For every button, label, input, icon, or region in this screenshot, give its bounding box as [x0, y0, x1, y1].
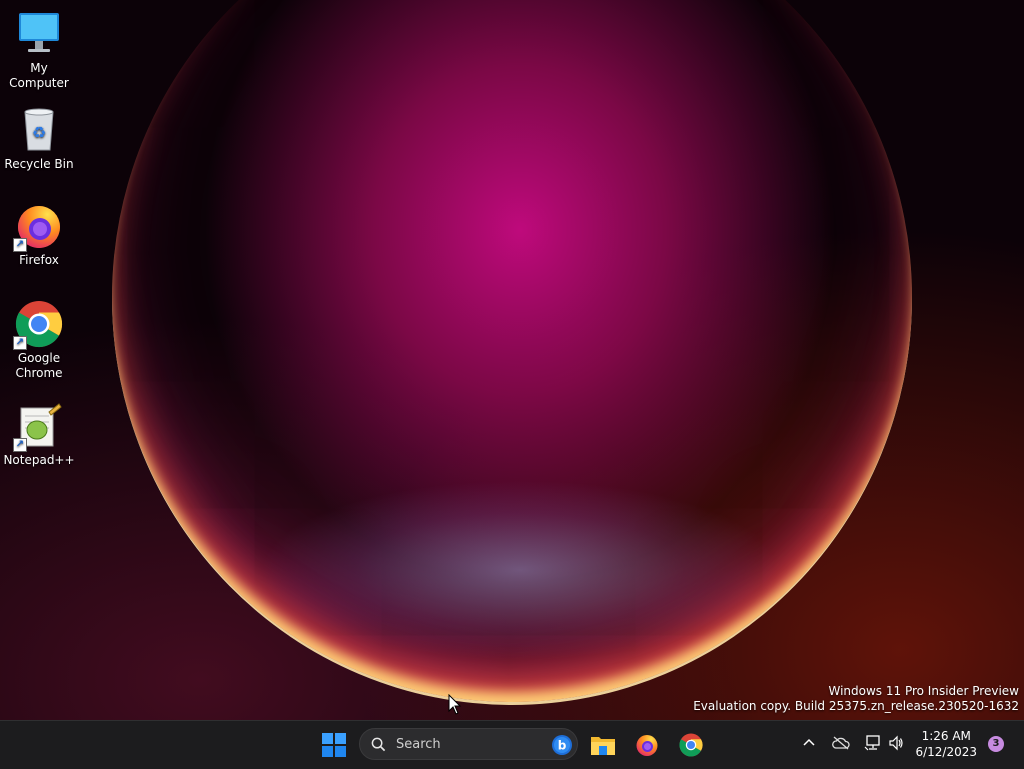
- watermark-line-1: Windows 11 Pro Insider Preview: [828, 684, 1019, 698]
- firefox-icon: [636, 735, 658, 756]
- shortcut-arrow-icon: ↗: [13, 336, 27, 350]
- network-tray-button[interactable]: [864, 735, 882, 755]
- svg-text:b: b: [558, 739, 567, 753]
- search-icon: [371, 737, 386, 752]
- taskbar-clock[interactable]: 1:26 AM 6/12/2023: [915, 728, 977, 760]
- notification-badge[interactable]: 3: [988, 736, 1004, 752]
- mouse-cursor-icon: [448, 693, 462, 720]
- monitor-icon: [15, 10, 63, 58]
- show-hidden-icons-button[interactable]: [802, 735, 816, 754]
- firefox-icon: ↗: [13, 202, 63, 252]
- shortcut-arrow-icon: ↗: [13, 238, 27, 252]
- clock-time: 1:26 AM: [921, 729, 971, 743]
- taskbar: Search b 1:26 AM 6/12/2023 3: [0, 720, 1024, 769]
- search-placeholder: Search: [396, 737, 441, 752]
- shortcut-arrow-icon: ↗: [13, 438, 27, 452]
- wallpaper-haze: [260, 480, 780, 660]
- desktop-icon-label: Google Chrome: [15, 351, 63, 380]
- file-explorer-icon: [591, 737, 615, 755]
- start-button[interactable]: [316, 727, 352, 763]
- onedrive-tray-button[interactable]: [832, 735, 850, 754]
- desktop-icon-label: Notepad++: [3, 453, 75, 467]
- desktop-icon-notepadpp[interactable]: ↗ Notepad++: [0, 402, 78, 468]
- windows-logo-icon: [322, 733, 346, 757]
- taskbar-search-box[interactable]: Search b: [359, 728, 578, 760]
- desktop-icon-my-computer[interactable]: My Computer: [0, 10, 78, 91]
- network-icon: [864, 735, 880, 751]
- chrome-icon: ↗: [13, 300, 63, 350]
- recycle-bin-icon: ♻: [15, 106, 63, 154]
- cloud-offline-icon: [832, 736, 850, 750]
- desktop-icon-firefox[interactable]: ↗ Firefox: [0, 202, 78, 268]
- desktop-wallpaper: My Computer ♻ Recycle Bin ↗ Firefox ↗ Go…: [0, 0, 1024, 720]
- svg-text:♻: ♻: [32, 123, 46, 142]
- speaker-icon: [889, 735, 903, 751]
- bing-icon[interactable]: b: [551, 734, 573, 756]
- os-watermark: Windows 11 Pro Insider Preview Evaluatio…: [693, 684, 1019, 714]
- taskbar-file-explorer-button[interactable]: [585, 727, 621, 763]
- watermark-line-2: Evaluation copy. Build 25375.zn_release.…: [693, 699, 1019, 713]
- volume-tray-button[interactable]: [888, 735, 904, 755]
- desktop-icon-google-chrome[interactable]: ↗ Google Chrome: [0, 300, 78, 381]
- taskbar-firefox-button[interactable]: [629, 727, 665, 763]
- taskbar-chrome-button[interactable]: [673, 727, 709, 763]
- chevron-up-icon: [803, 738, 815, 746]
- desktop-icon-recycle-bin[interactable]: ♻ Recycle Bin: [0, 106, 78, 172]
- chrome-icon: [679, 733, 703, 757]
- desktop-icon-label: My Computer: [9, 61, 69, 90]
- notepadpp-icon: ↗: [13, 402, 63, 452]
- desktop-icon-label: Firefox: [19, 253, 59, 267]
- clock-date: 6/12/2023: [915, 745, 977, 759]
- desktop-icon-label: Recycle Bin: [4, 157, 74, 171]
